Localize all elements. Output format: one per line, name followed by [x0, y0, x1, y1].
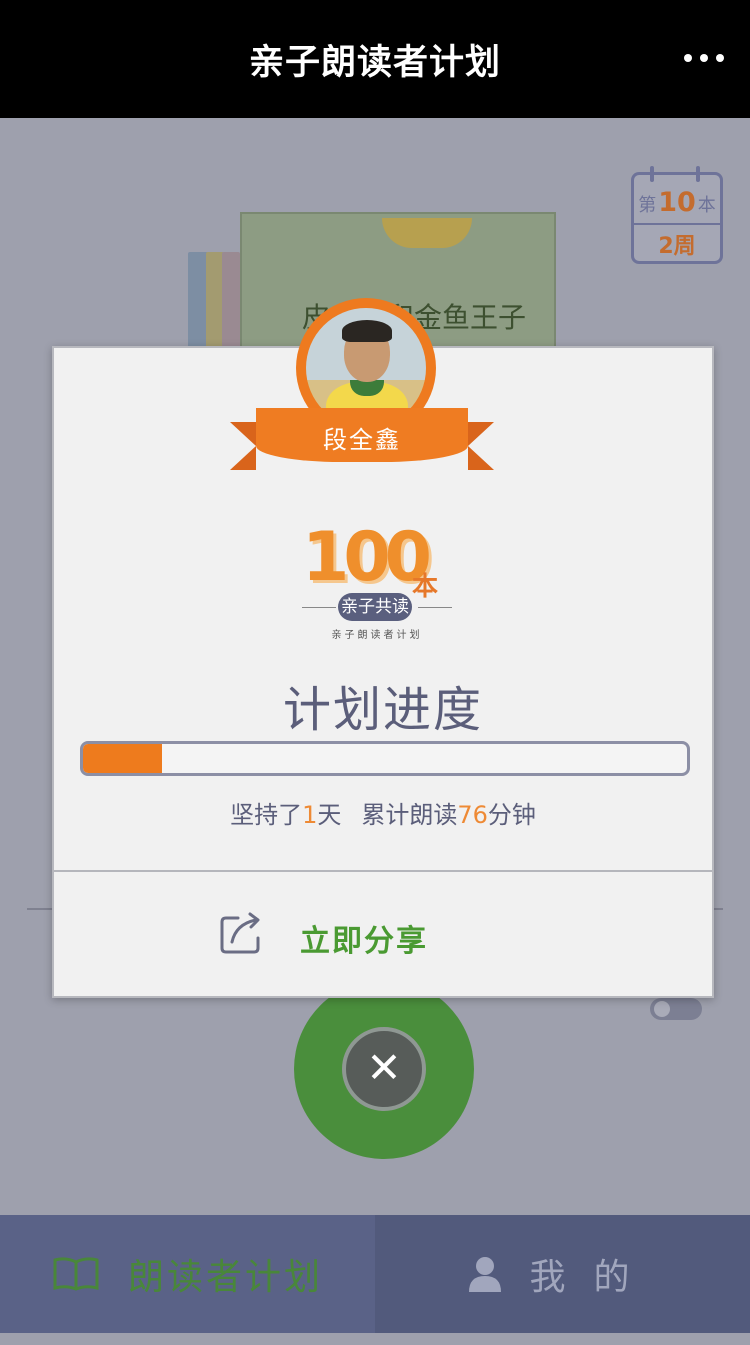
calendar-badge: 第10 本 2周 — [631, 166, 723, 264]
progress-fill — [83, 744, 162, 773]
share-button[interactable]: 立即分享 — [54, 872, 712, 996]
open-book-icon — [53, 1257, 99, 1291]
minutes-value: 76 — [457, 801, 488, 829]
days-value: 1 — [302, 801, 318, 829]
progress-bar — [80, 741, 690, 776]
child-name: 段全鑫 — [323, 426, 401, 454]
progress-title: 计划进度 — [282, 682, 483, 738]
logo-badge: 亲子共读 — [338, 593, 412, 621]
tab-reader-plan[interactable]: 朗读者计划 — [0, 1215, 375, 1333]
calendar-prefix: 第 — [638, 195, 657, 216]
tab-label-mine: 我的 — [529, 1257, 658, 1298]
name-ribbon: 段全鑫 — [230, 398, 494, 478]
tab-label-plan: 朗读者计划 — [127, 1257, 323, 1298]
logo-unit: 本 — [412, 572, 439, 602]
person-icon — [469, 1257, 502, 1292]
close-icon[interactable]: ✕ — [342, 1027, 426, 1111]
plan-logo: 100 本 亲子共读 亲子朗读者计划 — [302, 518, 452, 642]
logo-subtitle: 亲子朗读者计划 — [331, 630, 423, 641]
share-icon — [220, 912, 260, 954]
top-nav-bar: 亲子朗读者计划 — [0, 0, 750, 118]
toggle-switch[interactable] — [650, 998, 702, 1020]
page-title: 亲子朗读者计划 — [248, 43, 501, 83]
progress-stats: 坚持了1天 累计朗读76分钟 — [230, 801, 536, 829]
bottom-tab-bar: 朗读者计划 我的 — [0, 1215, 750, 1333]
more-dots-icon[interactable] — [684, 54, 724, 66]
share-label: 立即分享 — [300, 924, 428, 959]
calendar-weeks: 2周 — [658, 234, 696, 259]
calendar-book-number: 10 — [658, 187, 696, 218]
tab-mine[interactable]: 我的 — [375, 1215, 750, 1333]
calendar-suffix: 本 — [697, 195, 716, 216]
logo-number: 100 — [302, 518, 432, 597]
